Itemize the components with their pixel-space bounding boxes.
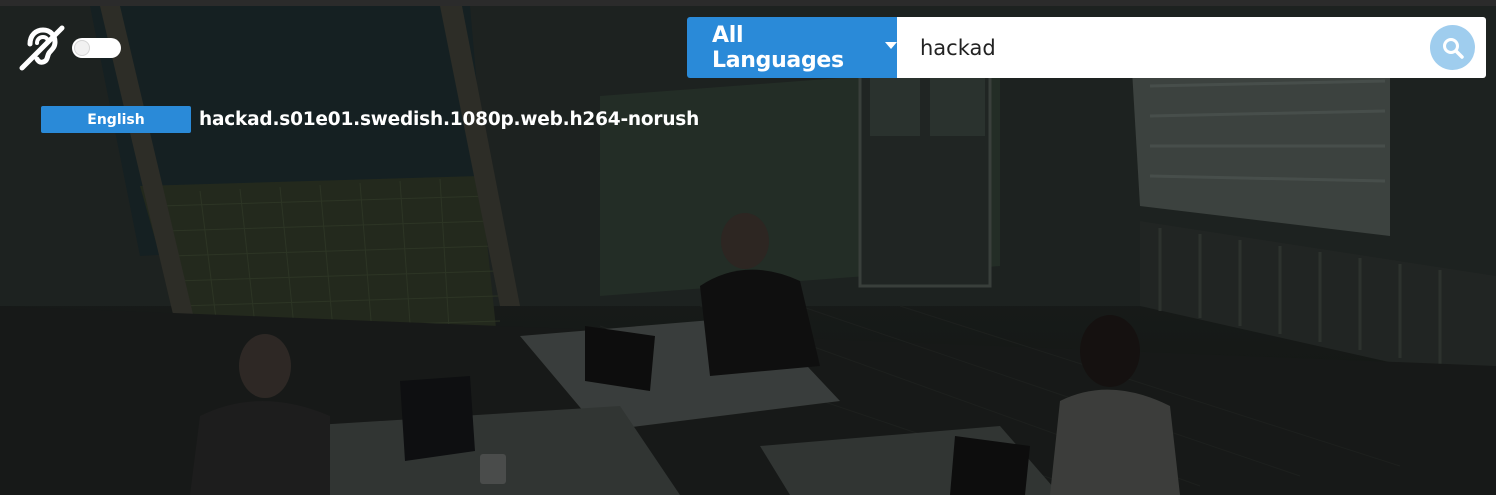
hearing-impaired-icon[interactable] [18,24,66,72]
search-input[interactable] [920,17,1400,78]
language-dropdown-label: All Languages [712,22,844,73]
search-bar: All Languages [687,17,1486,78]
search-icon [1442,37,1464,59]
background-video-frame [0,6,1496,495]
language-badge: English [41,106,191,133]
chevron-down-icon [885,42,897,49]
search-button[interactable] [1430,25,1475,70]
toggle-knob [74,40,90,56]
search-field [897,17,1486,78]
list-item[interactable]: English hackad.s01e01.swedish.1080p.web.… [41,106,699,133]
language-dropdown[interactable]: All Languages [687,17,897,78]
subtitle-result-link[interactable]: hackad.s01e01.swedish.1080p.web.h264-nor… [199,109,699,130]
hearing-impaired-toggle[interactable] [72,38,121,58]
